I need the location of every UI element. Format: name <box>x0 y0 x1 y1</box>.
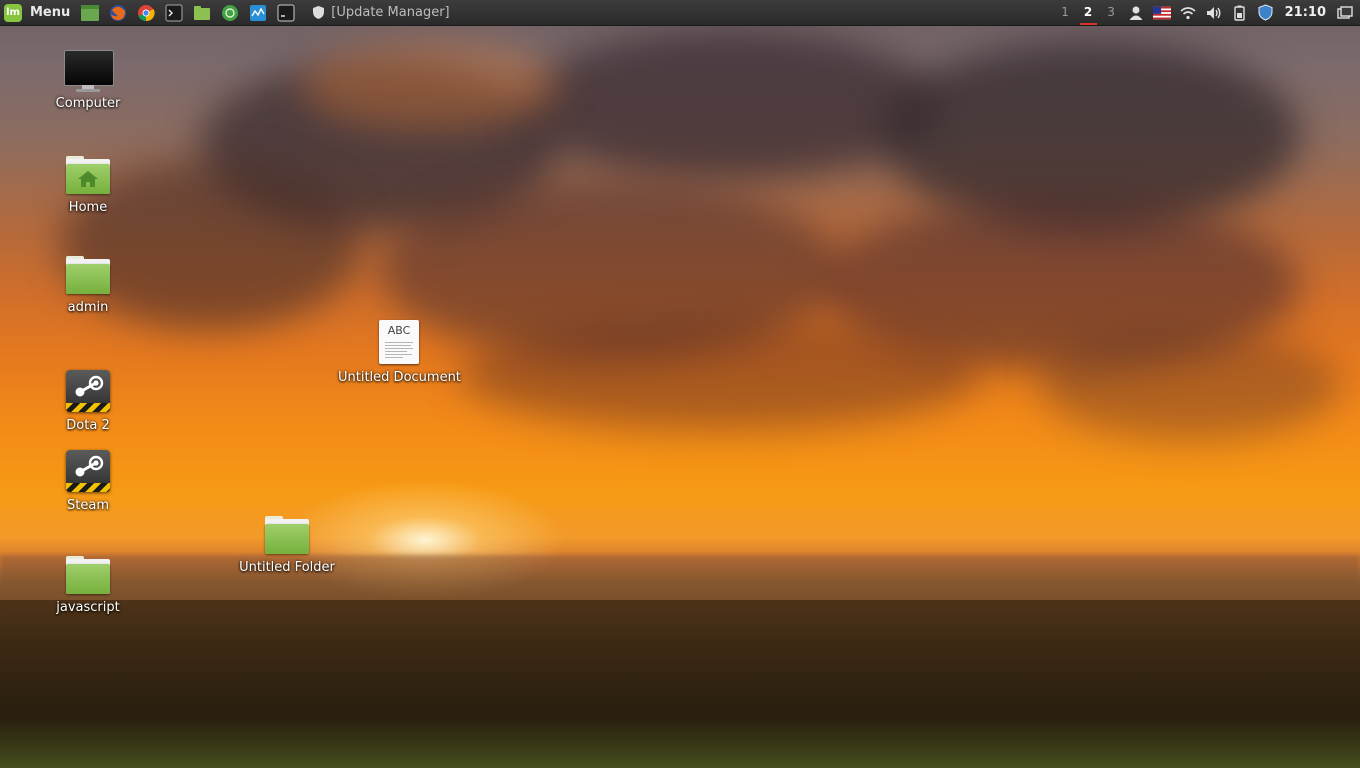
terminal-icon[interactable] <box>164 3 184 23</box>
cloud <box>1040 330 1340 440</box>
workspace-3[interactable]: 3 <box>1100 0 1123 25</box>
firefox-icon[interactable] <box>108 3 128 23</box>
taskbar-window-update-manager[interactable]: [Update Manager] <box>312 5 450 20</box>
desktop-icon-dota-2[interactable]: Dota 2 <box>33 368 143 433</box>
workspace-1[interactable]: 1 <box>1054 0 1077 25</box>
steam-icon <box>64 368 112 416</box>
keyboard-layout-flag-icon[interactable] <box>1152 4 1171 22</box>
desktop-icon-admin[interactable]: admin <box>33 250 143 315</box>
desktop-icon-label: Untitled Folder <box>239 560 335 575</box>
folder-icon <box>64 250 112 298</box>
desktop-icon-computer[interactable]: Computer <box>33 46 143 111</box>
shield-icon <box>313 6 325 19</box>
desktop-icon-home[interactable]: Home <box>33 150 143 215</box>
folder-icon <box>263 510 311 558</box>
window-list-icon[interactable] <box>1336 4 1354 22</box>
mint-logo-icon: lm <box>4 3 22 22</box>
desktop-icon-steam[interactable]: Steam <box>33 448 143 513</box>
text-document-icon: ABC <box>374 320 422 368</box>
taskbar-window-title: [Update Manager] <box>331 5 450 20</box>
wifi-icon[interactable] <box>1179 4 1197 22</box>
computer-icon <box>64 46 114 94</box>
cloud <box>300 40 560 130</box>
files-icon[interactable] <box>192 3 212 23</box>
desktop-icon-label: admin <box>67 300 109 315</box>
cloud <box>520 30 940 180</box>
desktop-icon-label: Dota 2 <box>66 418 110 433</box>
terminal-2-icon[interactable] <box>276 3 296 23</box>
document-icon-text: ABC <box>387 324 411 337</box>
top-panel: lm Menu [Update Manager] 1 2 3 21:10 <box>0 0 1360 26</box>
menu-label: Menu <box>30 5 71 20</box>
desktop-icon-label: Untitled Document <box>338 370 461 385</box>
system-tray: 1 2 3 21:10 <box>1054 0 1360 25</box>
cloud <box>460 320 980 430</box>
battery-icon[interactable] <box>1231 4 1249 22</box>
desktop-icon-untitled-document[interactable]: ABC Untitled Document <box>338 320 461 385</box>
desktop-icon-label: javascript <box>56 600 120 615</box>
chrome-icon[interactable] <box>136 3 156 23</box>
folder-icon <box>64 550 112 598</box>
volume-icon[interactable] <box>1205 4 1223 22</box>
desktop-icon-label: Computer <box>55 96 121 111</box>
menu-button[interactable]: lm Menu <box>0 0 76 25</box>
desktop-wallpaper <box>0 0 1360 768</box>
show-desktop-icon[interactable] <box>80 3 100 23</box>
steam-icon <box>64 448 112 496</box>
workspace-2[interactable]: 2 <box>1077 0 1100 25</box>
clock[interactable]: 21:10 <box>1285 5 1326 20</box>
desktop-icon-untitled-folder[interactable]: Untitled Folder <box>232 510 342 575</box>
desktop-icon-label: Home <box>68 200 108 215</box>
system-monitor-icon[interactable] <box>248 3 268 23</box>
treeline <box>0 600 1360 768</box>
network-globe-icon[interactable] <box>220 3 240 23</box>
desktop-icon-label: Steam <box>67 498 109 513</box>
home-folder-icon <box>64 150 112 198</box>
user-icon[interactable] <box>1127 4 1145 22</box>
desktop-icon-javascript[interactable]: javascript <box>33 550 143 615</box>
update-shield-icon[interactable] <box>1257 4 1275 22</box>
